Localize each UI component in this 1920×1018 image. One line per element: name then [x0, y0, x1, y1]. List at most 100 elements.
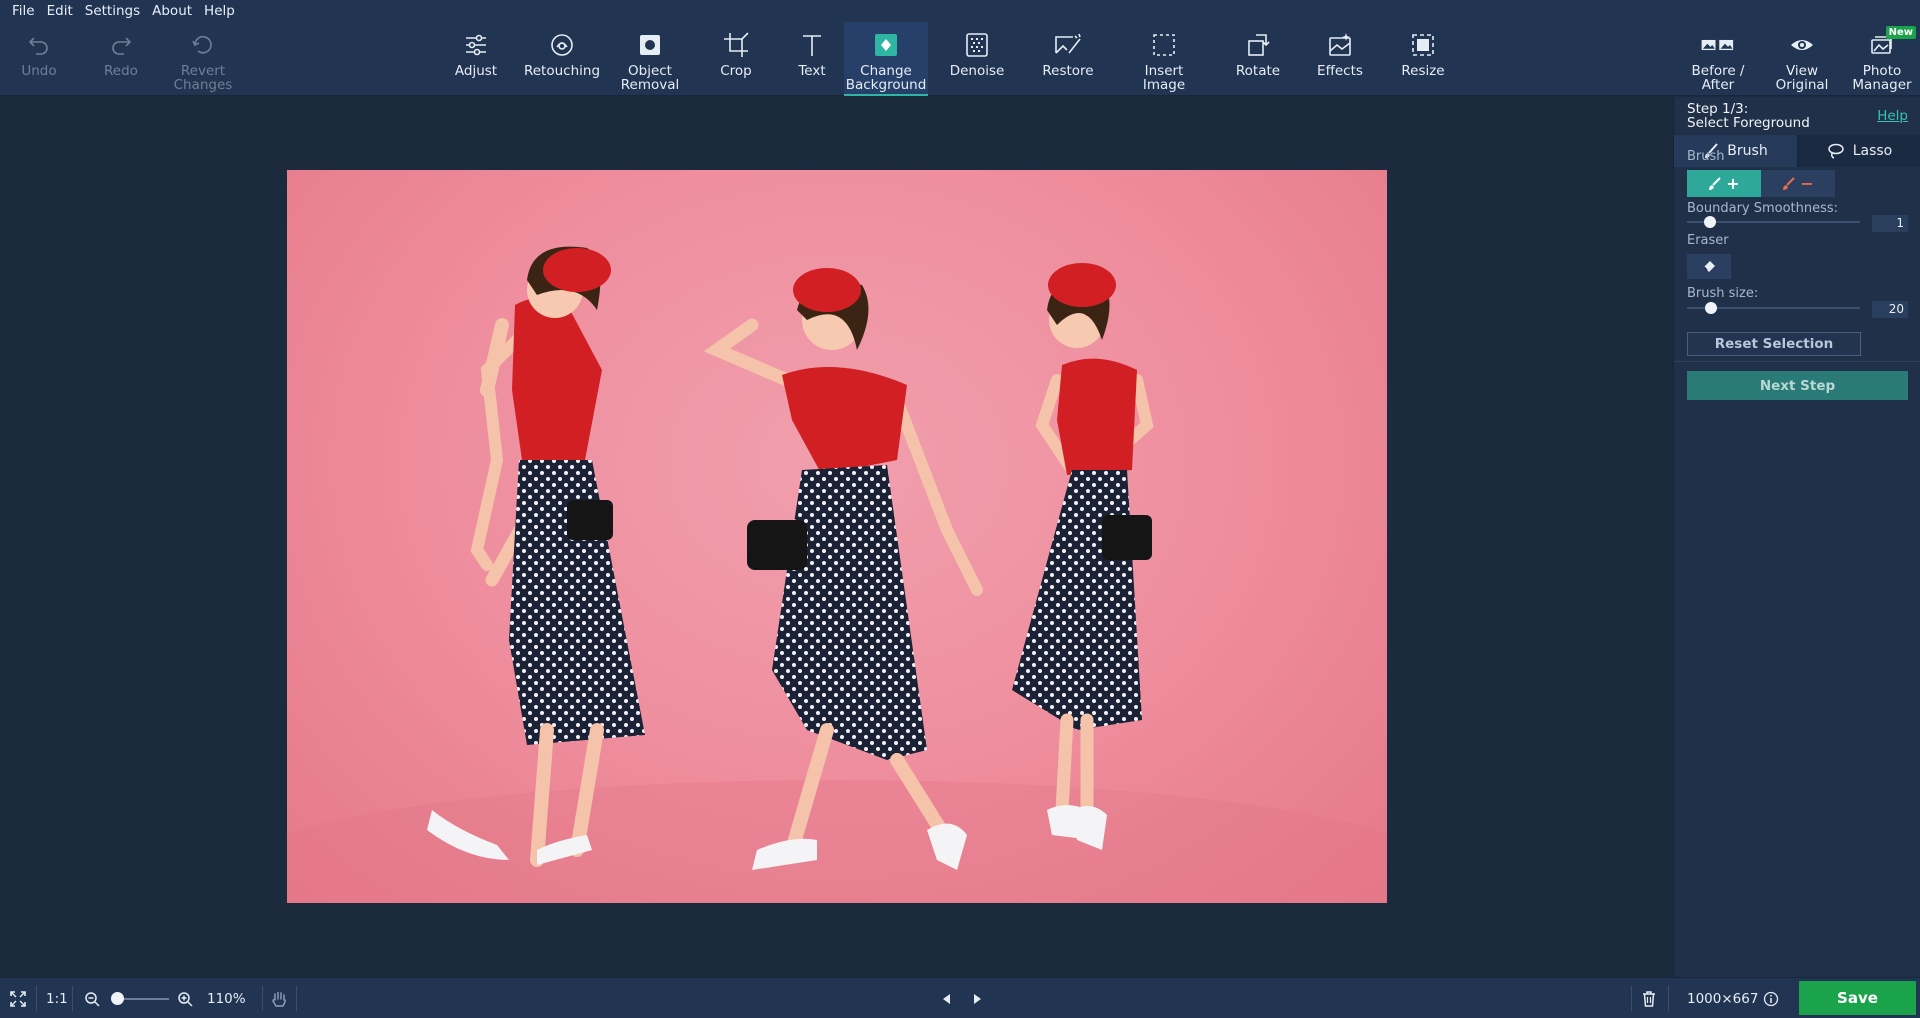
text-label: Text [798, 63, 826, 79]
insert-image-button[interactable]: Insert Image [1132, 22, 1196, 96]
figure-right [1012, 263, 1154, 850]
save-button[interactable]: Save [1799, 981, 1916, 1015]
redo-button[interactable]: Redo [96, 22, 146, 96]
divider [72, 986, 73, 1011]
photo-manager-button[interactable]: Photo Manager New [1844, 22, 1920, 96]
boundary-smoothness-label: Boundary Smoothness: [1687, 201, 1839, 216]
menu-help[interactable]: Help [198, 3, 241, 19]
retouching-button[interactable]: Retouching [522, 22, 602, 96]
resize-icon [1406, 28, 1440, 62]
eraser-icon [1703, 260, 1715, 272]
boundary-smoothness-slider[interactable] [1687, 215, 1860, 229]
photo-preview[interactable] [287, 170, 1387, 903]
retouching-icon [545, 28, 579, 62]
reset-selection-button[interactable]: Reset Selection [1687, 332, 1861, 356]
status-bar: 1:1 110% 1000×667 Save [0, 977, 1920, 1018]
info-icon [1763, 991, 1779, 1006]
denoise-label: Denoise [949, 63, 1005, 79]
resize-button[interactable]: Resize [1396, 22, 1450, 96]
divider [1674, 361, 1920, 362]
eraser-label: Eraser [1687, 233, 1729, 248]
undo-button[interactable]: Undo [14, 22, 64, 96]
view-original-label: View Original [1775, 63, 1829, 93]
menu-file[interactable]: File [6, 3, 41, 19]
actual-size-button[interactable]: 1:1 [46, 978, 68, 1018]
lasso-icon [1827, 143, 1844, 159]
figure-left [427, 246, 645, 867]
redo-label: Redo [104, 63, 138, 79]
eye-icon [1785, 28, 1819, 62]
brush-size-value[interactable]: 20 [1872, 301, 1908, 318]
add-sign: + [1726, 174, 1740, 193]
change-background-button[interactable]: Change Background [844, 22, 928, 96]
remove-sign: − [1800, 174, 1814, 193]
next-image-button[interactable] [970, 978, 984, 1018]
denoise-button[interactable]: Denoise [945, 22, 1009, 96]
pan-tool-button[interactable] [270, 978, 288, 1018]
divider [1631, 986, 1632, 1011]
slider-handle[interactable] [1705, 302, 1717, 314]
step-number: Step 1/3: [1687, 101, 1749, 117]
insert-image-icon [1147, 28, 1181, 62]
crop-label: Crop [720, 63, 752, 79]
before-after-button[interactable]: Before / After [1684, 22, 1752, 96]
text-button[interactable]: Text [788, 22, 836, 96]
effects-label: Effects [1317, 63, 1363, 79]
undo-label: Undo [21, 63, 57, 79]
rotate-button[interactable]: Rotate [1232, 22, 1284, 96]
brush-size-slider[interactable] [1687, 301, 1860, 315]
view-original-button[interactable]: View Original [1772, 22, 1832, 96]
crop-button[interactable]: Crop [712, 22, 760, 96]
revert-icon [186, 28, 220, 62]
revert-changes-button[interactable]: Revert Changes [170, 22, 236, 96]
divider [262, 986, 263, 1011]
brush-section-label: Brush [1687, 149, 1725, 164]
rotate-icon [1241, 28, 1275, 62]
help-link[interactable]: Help [1877, 108, 1908, 124]
zoom-level: 110% [207, 990, 246, 1007]
photo-manager-label: Photo Manager [1852, 63, 1912, 93]
resize-label: Resize [1401, 63, 1445, 79]
info-button[interactable] [1763, 978, 1779, 1018]
tab-lasso-label: Lasso [1852, 143, 1893, 159]
before-after-icon [1701, 28, 1735, 62]
add-foreground-brush-button[interactable]: + [1687, 170, 1761, 197]
image-dimensions: 1000×667 [1687, 990, 1759, 1007]
eraser-button[interactable] [1687, 254, 1731, 279]
zoom-in-button[interactable] [177, 978, 193, 1018]
divider [1668, 986, 1669, 1011]
restore-label: Restore [1042, 63, 1094, 79]
rotate-label: Rotate [1235, 63, 1281, 79]
canvas-area[interactable] [0, 97, 1673, 977]
previous-image-button[interactable] [940, 978, 954, 1018]
next-step-button[interactable]: Next Step [1687, 371, 1908, 400]
restore-button[interactable]: Restore [1032, 22, 1104, 96]
adjust-icon [459, 28, 493, 62]
zoom-out-icon [85, 991, 100, 1007]
object-removal-icon [633, 28, 667, 62]
step-indicator: Step 1/3: Select Foreground [1687, 102, 1810, 130]
menu-about[interactable]: About [146, 3, 198, 19]
divider [36, 986, 37, 1011]
object-removal-button[interactable]: Object Removal [618, 22, 682, 96]
zoom-slider-handle[interactable] [111, 992, 124, 1005]
remove-foreground-brush-button[interactable]: − [1761, 170, 1835, 197]
zoom-in-icon [178, 991, 193, 1007]
undo-icon [22, 28, 56, 62]
boundary-smoothness-value[interactable]: 1 [1872, 215, 1908, 232]
change-background-panel: Step 1/3: Select Foreground Help Brush L… [1673, 97, 1920, 977]
restore-icon [1051, 28, 1085, 62]
delete-button[interactable] [1641, 978, 1657, 1018]
text-icon [795, 28, 829, 62]
effects-button[interactable]: Effects [1310, 22, 1370, 96]
menu-settings[interactable]: Settings [79, 3, 146, 19]
slider-handle[interactable] [1704, 216, 1716, 228]
menu-edit[interactable]: Edit [41, 3, 79, 19]
zoom-out-button[interactable] [84, 978, 100, 1018]
tab-lasso[interactable]: Lasso [1797, 135, 1920, 167]
fullscreen-button[interactable] [9, 978, 27, 1018]
effects-icon [1323, 28, 1357, 62]
divider [296, 986, 297, 1011]
adjust-button[interactable]: Adjust [449, 22, 503, 96]
new-badge: New [1885, 26, 1916, 39]
